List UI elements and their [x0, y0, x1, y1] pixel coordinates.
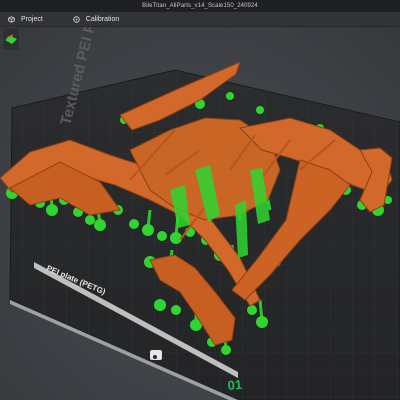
tab-project-label: Project	[21, 15, 43, 23]
plate-thumbnail[interactable]	[2, 27, 20, 51]
scene-svg: Textured PEI Plate PEI plate (PETG) 01	[0, 27, 400, 400]
plate-corner-marker-hole	[153, 355, 157, 359]
tab-calibration-label: Calibration	[85, 15, 120, 23]
tab-project[interactable]: Project	[0, 12, 51, 26]
3d-viewport[interactable]: Textured PEI Plate PEI plate (PETG) 01	[0, 27, 400, 400]
tab-calibration[interactable]: Calibration	[65, 12, 127, 26]
cube-icon	[8, 15, 15, 23]
plate-thumbnail-preview	[3, 28, 19, 50]
top-tab-bar: Project Calibration	[0, 12, 400, 27]
window-title: BileTitan_AllParts_v14_Scale150_240924	[142, 3, 258, 9]
gauge-icon	[73, 15, 80, 23]
window-titlebar: BileTitan_AllParts_v14_Scale150_240924	[0, 0, 400, 12]
plate-number: 01	[227, 377, 243, 393]
